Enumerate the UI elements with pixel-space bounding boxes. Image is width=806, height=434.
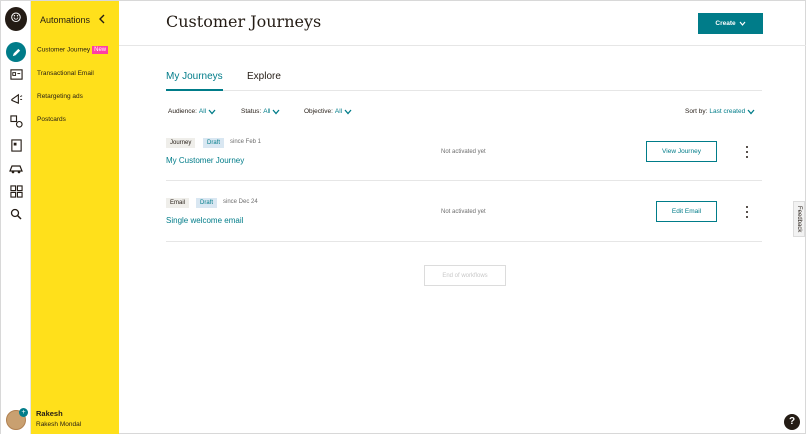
automation-icon[interactable] <box>7 159 25 177</box>
end-of-workflows-button: End of workflows <box>424 265 506 286</box>
filter-value: Last created <box>709 108 746 115</box>
more-options-icon[interactable] <box>744 206 750 218</box>
chevron-down-icon <box>208 109 216 114</box>
icon-rail: ☺ <box>1 1 31 434</box>
type-tag: Journey <box>166 138 196 148</box>
journey-row: Journey Draft since Feb 1 My Customer Jo… <box>166 121 762 181</box>
journey-name-link[interactable]: My Customer Journey <box>166 156 244 165</box>
user-name: Rakesh <box>36 409 63 418</box>
search-icon[interactable] <box>7 205 25 223</box>
sidebar-heading: Automations <box>40 15 91 25</box>
content-icon[interactable] <box>7 136 25 154</box>
filter-label: Status: <box>241 108 262 115</box>
page-title: Customer Journeys <box>166 12 322 31</box>
automations-sidebar: Automations Customer Journey New Transact… <box>31 1 119 434</box>
tab-my-journeys[interactable]: My Journeys <box>166 71 223 91</box>
chevron-down-icon <box>344 109 352 114</box>
tab-explore[interactable]: Explore <box>247 71 281 82</box>
audience-filter[interactable]: Audience: All <box>168 108 216 115</box>
view-journey-button[interactable]: View Journey <box>646 141 717 162</box>
type-tag: Email <box>166 198 190 208</box>
sort-dropdown[interactable]: Sort by: Last created <box>685 108 755 115</box>
integrations-icon[interactable] <box>7 182 25 200</box>
sidebar-item-label: Customer Journey <box>37 46 91 54</box>
feedback-tab[interactable]: Feedback <box>793 201 805 237</box>
megaphone-icon[interactable] <box>7 89 25 107</box>
since-date: since Feb 1 <box>230 139 262 145</box>
filter-label: Sort by: <box>685 108 708 115</box>
chevron-down-icon <box>739 21 746 26</box>
sidebar-item-customer-journey[interactable]: Customer Journey New <box>37 46 109 54</box>
create-button-label: Create <box>715 20 736 27</box>
activation-status: Not activated yet <box>441 149 486 155</box>
filter-value: All <box>334 108 343 115</box>
filter-value: All <box>198 108 207 115</box>
draft-tag: Draft <box>203 138 225 148</box>
draft-tag: Draft <box>196 198 218 208</box>
filter-value: All <box>263 108 271 115</box>
journey-tabs: My Journeys Explore <box>166 69 762 91</box>
objective-filter[interactable]: Objective: All <box>304 108 352 115</box>
sidebar-item-retargeting-ads[interactable]: Retargeting ads <box>37 93 83 100</box>
chevron-down-icon <box>747 109 755 114</box>
sidebar-item-label: Transactional Email <box>37 70 94 77</box>
journey-row: Email Draft since Dec 24 Single welcome … <box>166 182 762 242</box>
sidebar-item-label: Postcards <box>37 116 66 123</box>
page-header: Customer Journeys Create <box>119 1 806 46</box>
journey-name-link[interactable]: Single welcome email <box>166 216 243 225</box>
collapse-sidebar-icon[interactable] <box>98 14 108 26</box>
user-avatar[interactable]: + <box>6 408 28 430</box>
help-icon[interactable]: ? <box>784 414 800 430</box>
pencil-icon[interactable] <box>6 42 26 62</box>
chevron-down-icon <box>272 109 280 114</box>
add-account-icon[interactable]: + <box>19 408 28 417</box>
audience-icon[interactable] <box>7 112 25 130</box>
user-full-name: Rakesh Mondal <box>36 421 82 428</box>
activation-status: Not activated yet <box>441 209 486 215</box>
since-date: since Dec 24 <box>223 199 258 205</box>
filter-label: Audience: <box>168 108 197 115</box>
sidebar-item-transactional-email[interactable]: Transactional Email <box>37 70 94 77</box>
new-badge: New <box>92 46 109 54</box>
status-filter[interactable]: Status: All <box>241 108 280 115</box>
edit-email-button[interactable]: Edit Email <box>656 201 717 222</box>
app-window: ☺ Automations Customer Journey New Trans… <box>0 0 806 434</box>
mailchimp-logo-icon[interactable]: ☺ <box>5 7 27 31</box>
filter-label: Objective: <box>304 108 333 115</box>
campaigns-icon[interactable] <box>7 65 25 83</box>
create-button[interactable]: Create <box>698 13 763 34</box>
more-options-icon[interactable] <box>744 146 750 158</box>
sidebar-item-postcards[interactable]: Postcards <box>37 116 66 123</box>
sidebar-item-label: Retargeting ads <box>37 93 83 100</box>
